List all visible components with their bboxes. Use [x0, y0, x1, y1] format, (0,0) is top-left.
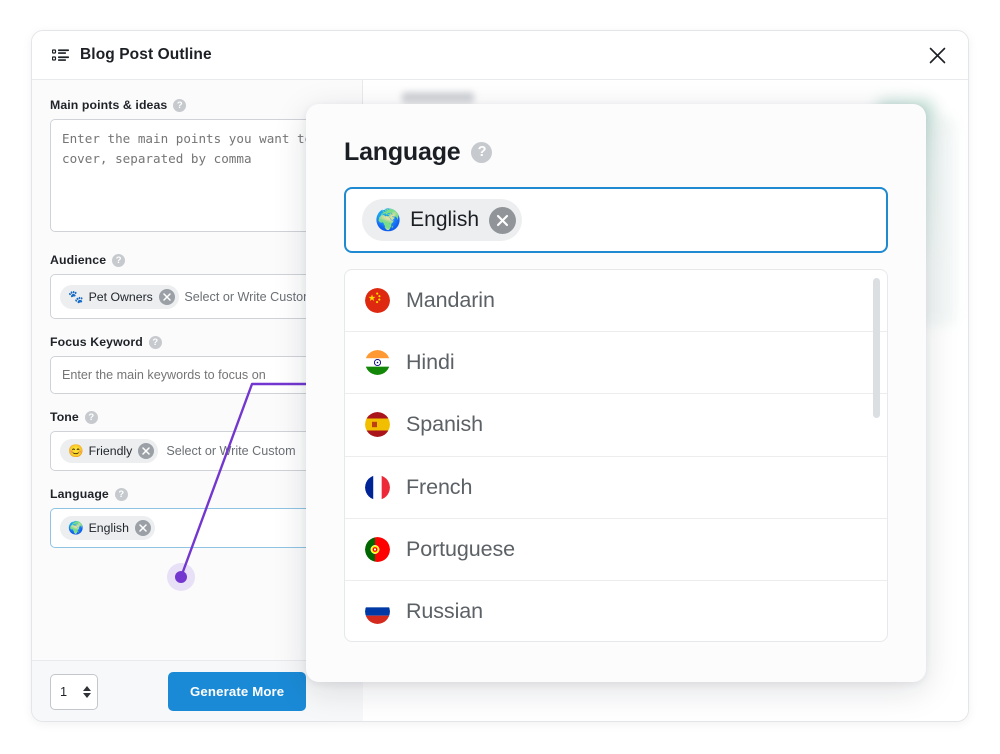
paw-print-icon: 🐾: [68, 290, 84, 304]
field-language: Language ? 🌍 English: [50, 487, 342, 549]
language-option-hindi[interactable]: Hindi: [345, 332, 887, 395]
language-option-label: Spanish: [406, 412, 483, 437]
chip-remove-button[interactable]: [489, 206, 517, 234]
help-icon[interactable]: ?: [148, 335, 162, 349]
chip-english: 🌍 English: [60, 516, 155, 541]
field-label-text: Main points & ideas: [50, 98, 168, 112]
language-option-label: Russian: [406, 599, 483, 624]
scrollbar-thumb[interactable]: [873, 278, 880, 418]
globe-icon: 🌍: [375, 208, 402, 232]
language-option-label: Hindi: [406, 350, 455, 375]
language-option-portuguese[interactable]: Portuguese: [345, 519, 887, 581]
close-button[interactable]: [920, 38, 954, 72]
chip-remove-button[interactable]: [134, 520, 151, 537]
flag-france-icon: [365, 474, 390, 500]
flag-russia-icon: [365, 599, 390, 625]
field-label-text: Language: [50, 487, 109, 502]
annotation-dot: [175, 571, 187, 583]
modal-header: Blog Post Outline: [32, 31, 968, 80]
main-points-textarea[interactable]: [50, 119, 342, 232]
tone-placeholder: Select or Write Custom: [166, 444, 296, 459]
help-icon[interactable]: ?: [112, 253, 126, 267]
language-tag-input[interactable]: 🌍 English: [50, 508, 342, 549]
focus-keyword-input[interactable]: [50, 356, 342, 395]
field-label-text: Tone: [50, 410, 79, 425]
flag-india-icon: [365, 350, 390, 376]
chip-label: English: [410, 208, 480, 231]
close-icon: [496, 214, 509, 226]
help-icon[interactable]: ?: [173, 98, 187, 112]
language-option-spanish[interactable]: Spanish: [345, 394, 887, 457]
language-popover: Language ? 🌍 English Mandarin Hindi Span…: [306, 104, 926, 682]
audience-placeholder: Select or Write Custom: [184, 290, 314, 304]
field-main-points: Main points & ideas ?: [50, 98, 342, 237]
stepper-arrows[interactable]: [83, 685, 91, 698]
chevron-down-icon[interactable]: [83, 692, 91, 698]
language-option-label: Portuguese: [406, 536, 515, 561]
field-label-text: Focus Keyword: [50, 335, 143, 350]
generate-more-button[interactable]: Generate More: [168, 672, 307, 711]
smiling-face-icon: 😊: [68, 444, 84, 458]
flag-portugal-icon: [365, 536, 390, 562]
chip-label: Pet Owners: [88, 290, 153, 305]
help-icon[interactable]: ?: [471, 142, 493, 163]
obscured-text: [402, 92, 474, 103]
close-icon: [139, 524, 147, 532]
close-icon: [929, 47, 945, 63]
field-label-language: Language ?: [50, 487, 342, 501]
field-focus-keyword: Focus Keyword ?: [50, 335, 342, 395]
language-popover-title: Language ?: [344, 138, 888, 167]
chip-label: Friendly: [88, 444, 133, 459]
field-tone: Tone ? 😊 Friendly Select or Write Custom: [50, 410, 342, 472]
help-icon[interactable]: ?: [114, 487, 128, 501]
field-audience: Audience ? 🐾 Pet Owners Select or Write …: [50, 253, 342, 320]
chip-english-selected: 🌍 English: [362, 199, 523, 241]
chip-remove-button[interactable]: [138, 443, 155, 460]
chevron-up-icon[interactable]: [83, 685, 91, 691]
chip-remove-button[interactable]: [158, 289, 175, 306]
chip-pet-owners: 🐾 Pet Owners: [60, 285, 179, 310]
language-popover-title-text: Language: [344, 138, 461, 166]
quantity-value: 1: [60, 684, 68, 699]
screen-root: Blog Post Outline Main points & ideas ?: [0, 0, 1000, 754]
close-icon: [163, 293, 171, 301]
close-icon: [142, 447, 151, 455]
language-list-scrollbar[interactable]: [873, 278, 880, 635]
modal-title: Blog Post Outline: [80, 46, 212, 63]
chip-label: English: [88, 521, 129, 536]
chip-friendly: 😊 Friendly: [60, 439, 159, 464]
outline-list-icon: [51, 47, 69, 64]
field-label-text: Audience: [50, 253, 107, 267]
field-label-focus-keyword: Focus Keyword ?: [50, 335, 342, 349]
quantity-stepper[interactable]: 1: [50, 673, 98, 710]
help-icon[interactable]: ?: [84, 410, 98, 424]
language-options-list[interactable]: Mandarin Hindi Spanish French Portuguese…: [344, 269, 888, 642]
globe-icon: 🌍: [68, 521, 84, 535]
field-label-tone: Tone ?: [50, 410, 342, 424]
language-option-label: French: [406, 474, 473, 499]
language-selected-input[interactable]: 🌍 English: [344, 187, 888, 253]
tone-tag-input[interactable]: 😊 Friendly Select or Write Custom: [50, 431, 342, 472]
flag-china-icon: [365, 288, 390, 314]
language-option-mandarin[interactable]: Mandarin: [345, 270, 887, 333]
audience-tag-input[interactable]: 🐾 Pet Owners Select or Write Custom: [50, 274, 342, 320]
field-label-main-points: Main points & ideas ?: [50, 98, 342, 112]
language-option-russian[interactable]: Russian: [345, 581, 887, 641]
language-option-french[interactable]: French: [345, 457, 887, 519]
field-label-audience: Audience ?: [50, 253, 342, 267]
language-option-label: Mandarin: [406, 288, 495, 313]
flag-spain-icon: [365, 412, 390, 438]
